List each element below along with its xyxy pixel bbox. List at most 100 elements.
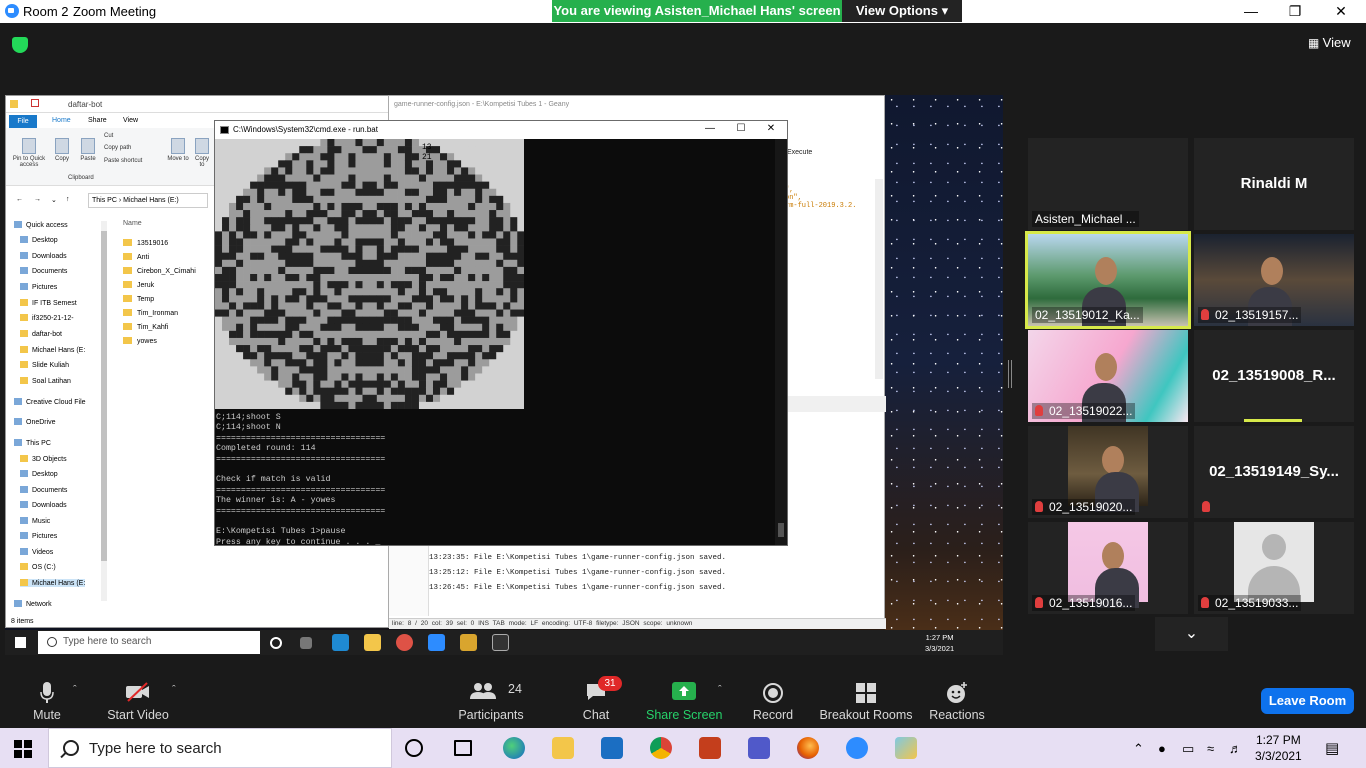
- nav-item[interactable]: OS (C:): [20, 563, 56, 571]
- chevron-down-icon[interactable]: ⌄: [51, 196, 57, 204]
- cut-button[interactable]: Cut: [104, 133, 113, 139]
- notification-icon[interactable]: ▤: [1325, 739, 1339, 757]
- nav-item[interactable]: Desktop: [20, 236, 58, 244]
- record-button[interactable]: Record: [750, 670, 796, 728]
- nav-item[interactable]: Pictures: [20, 532, 57, 540]
- shared-screen[interactable]: daftar-bot File Home Share View Pin to Q…: [5, 95, 1003, 655]
- nav-item[interactable]: Quick access: [14, 221, 68, 229]
- tab-share[interactable]: Share: [88, 117, 107, 124]
- participant-tile[interactable]: 02_13519020...: [1028, 426, 1188, 518]
- battery-icon[interactable]: ▭: [1182, 741, 1194, 757]
- volume-icon[interactable]: ♬: [1229, 741, 1242, 756]
- nav-item[interactable]: Michael Hans (E:: [20, 346, 85, 354]
- nav-item[interactable]: Soal Latihan: [20, 377, 71, 385]
- tab-file[interactable]: File: [9, 115, 37, 128]
- nav-item[interactable]: Desktop: [20, 470, 58, 478]
- file-list-item[interactable]: Cirebon_X_Cimahi: [123, 267, 196, 275]
- cmd-window[interactable]: C:\Windows\System32\cmd.exe - run.bat — …: [214, 120, 788, 547]
- paint-icon[interactable]: [895, 737, 917, 759]
- share-options-caret[interactable]: ˆ: [718, 684, 722, 696]
- nav-item[interactable]: Network: [14, 600, 52, 608]
- taskbar-search-input[interactable]: Type here to search: [48, 728, 392, 768]
- file-list-item[interactable]: Tim_Ironman: [123, 309, 178, 317]
- file-list-item[interactable]: 13519016: [123, 239, 168, 247]
- maximize-button[interactable]: ❐: [1272, 0, 1318, 23]
- task-view-icon[interactable]: [454, 740, 472, 756]
- tab-home[interactable]: Home: [52, 117, 71, 124]
- nav-item[interactable]: OneDrive: [14, 418, 56, 426]
- reactions-button[interactable]: Reactions: [926, 670, 988, 728]
- cmd-close-button[interactable]: ✕: [756, 123, 786, 134]
- file-explorer-icon[interactable]: [552, 737, 574, 759]
- nav-item[interactable]: Downloads: [20, 501, 67, 509]
- chevron-up-icon[interactable]: ⌃: [1133, 741, 1144, 757]
- leave-room-button[interactable]: Leave Room: [1261, 688, 1354, 714]
- file-list-item[interactable]: Anti: [123, 253, 149, 261]
- view-button[interactable]: ▦ View: [1308, 35, 1351, 50]
- pin-quick-access-button[interactable]: Pin to Quick access: [9, 138, 49, 168]
- back-arrow-icon[interactable]: ←: [16, 196, 23, 203]
- participant-tile[interactable]: 02_13519016...: [1028, 522, 1188, 614]
- share-screen-button[interactable]: Share Screen: [646, 670, 722, 728]
- gallery-next-page-button[interactable]: ⌄: [1155, 617, 1228, 651]
- breakout-rooms-button[interactable]: Breakout Rooms: [818, 670, 914, 728]
- mail-icon[interactable]: [601, 737, 623, 759]
- nav-item[interactable]: Documents: [20, 486, 67, 494]
- nav-item[interactable]: Pictures: [20, 283, 57, 291]
- video-options-caret[interactable]: ˆ: [172, 684, 176, 696]
- execute-button[interactable]: Execute: [787, 149, 812, 156]
- nav-item[interactable]: if3250-21-12-: [20, 314, 74, 322]
- copy-button[interactable]: Copy: [51, 138, 73, 162]
- up-arrow-icon[interactable]: ↑: [66, 196, 70, 203]
- nav-item[interactable]: Music: [20, 517, 50, 525]
- windows-start-button[interactable]: [14, 740, 32, 758]
- participant-tile[interactable]: 02_13519012_Ka...: [1025, 231, 1191, 329]
- minimize-button[interactable]: —: [1228, 0, 1274, 23]
- powerpoint-icon[interactable]: [699, 737, 721, 759]
- move-to-button[interactable]: Move to: [166, 138, 190, 162]
- nav-item[interactable]: Slide Kuliah: [20, 361, 69, 369]
- cmd-minimize-button[interactable]: —: [695, 123, 725, 134]
- geany-scrollbar[interactable]: [875, 179, 883, 379]
- cmd-scrollbar[interactable]: [775, 139, 787, 545]
- nav-item[interactable]: 3D Objects: [20, 455, 67, 463]
- zoom-icon[interactable]: [846, 737, 868, 759]
- nav-item[interactable]: Videos: [20, 548, 53, 556]
- file-list-item[interactable]: Temp: [123, 295, 154, 303]
- mute-button[interactable]: Mute: [20, 670, 74, 728]
- close-button[interactable]: ✕: [1318, 0, 1364, 23]
- nav-item[interactable]: Creative Cloud File: [14, 398, 86, 406]
- cortana-icon[interactable]: [405, 739, 423, 757]
- chrome-icon[interactable]: [650, 737, 672, 759]
- taskbar-clock[interactable]: 1:27 PM 3/3/2021: [1255, 732, 1302, 764]
- wifi-icon[interactable]: ≈: [1207, 741, 1214, 756]
- gallery-splitter-handle[interactable]: [1008, 360, 1012, 388]
- participant-tile[interactable]: 02_13519149_Sy...: [1194, 426, 1354, 518]
- file-list-item[interactable]: yowes: [123, 337, 157, 345]
- file-list-item[interactable]: Jeruk: [123, 281, 154, 289]
- paste-button[interactable]: Paste: [76, 138, 100, 162]
- edge-icon[interactable]: [503, 737, 525, 759]
- nav-item[interactable]: Downloads: [20, 252, 67, 260]
- participant-tile[interactable]: Rinaldi M: [1194, 138, 1354, 230]
- tab-view[interactable]: View: [123, 117, 138, 124]
- address-path[interactable]: This PC › Michael Hans (E:): [88, 193, 208, 208]
- cmd-maximize-button[interactable]: ☐: [726, 123, 756, 134]
- microphone-icon[interactable]: ●: [1158, 741, 1166, 756]
- participants-button[interactable]: Participants: [455, 670, 527, 728]
- nav-item[interactable]: IF ITB Semest: [20, 299, 77, 307]
- view-options-button[interactable]: View Options ▾: [842, 0, 962, 22]
- column-name-header[interactable]: Name: [123, 220, 142, 227]
- nav-item[interactable]: Documents: [20, 267, 67, 275]
- participant-tile[interactable]: 02_13519033...: [1194, 522, 1354, 614]
- nav-item[interactable]: This PC: [14, 439, 51, 447]
- breadcrumb-this-pc[interactable]: This PC: [92, 197, 117, 204]
- audio-options-caret[interactable]: ˆ: [73, 684, 77, 696]
- file-list-item[interactable]: Tim_Kahfi: [123, 323, 168, 331]
- breadcrumb-drive[interactable]: Michael Hans (E:): [123, 197, 179, 204]
- firefox-icon[interactable]: [797, 737, 819, 759]
- participant-tile[interactable]: Asisten_Michael ...: [1028, 138, 1188, 230]
- copy-to-button[interactable]: Copy to: [192, 138, 212, 168]
- paste-shortcut-button[interactable]: Paste shortcut: [104, 158, 142, 164]
- copy-path-button[interactable]: Copy path: [104, 145, 131, 151]
